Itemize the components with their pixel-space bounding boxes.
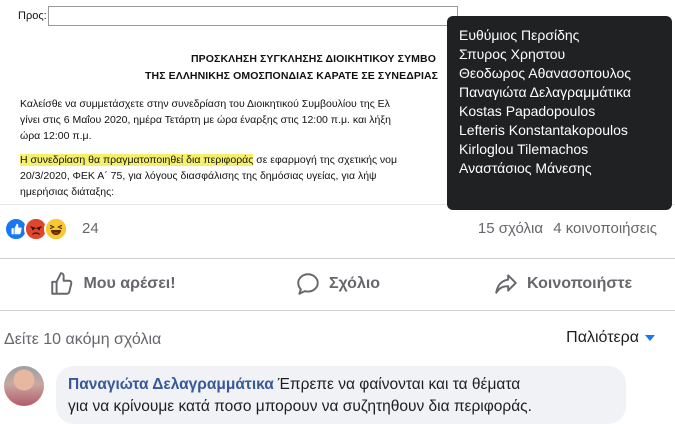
paragraph-1-line-1: Καλείσθε να συμμετάσχετε στην συνεδρίαση… <box>20 98 390 110</box>
comment-text-line2: για να κρίνουμε κατά ποσο μπορουν να συζ… <box>68 398 532 415</box>
comment-sort-label: Παλιότερα <box>566 329 639 346</box>
divider-bottom <box>0 310 675 311</box>
tooltip-name: Kostas Papadopoulos <box>459 103 596 119</box>
tooltip-name: Σπυρος Χρηστου <box>459 46 566 62</box>
document-title-line2: ΤΗΣ ΕΛΛΗΝΙΚΗΣ ΟΜΟΣΠΟΝΔΙΑΣ ΚΑΡΑΤΕ ΣΕ ΣΥΝΕ… <box>145 70 439 82</box>
comment-text-line1: Έπρεπε να φαίνονται και τα θέματα <box>277 376 521 393</box>
comment-sort-dropdown[interactable]: Παλιότερα <box>566 329 655 347</box>
share-button[interactable]: Κοινοποιήστε <box>450 262 675 306</box>
comment-bubble-icon <box>297 273 319 295</box>
post-counts: 15 σχόλια 4 κοινοποιήσεις <box>472 220 657 237</box>
reactors-tooltip: Ευθύμιος Περσίδης Σπυρος Χρηστου Θεοδωρο… <box>447 16 672 210</box>
thumbs-up-icon <box>51 272 73 295</box>
tooltip-name: Kirloglou Tilemachos <box>459 141 589 157</box>
haha-icon <box>44 217 68 241</box>
tooltip-name: Ευθύμιος Περσίδης <box>459 27 580 43</box>
post-actions: Μου αρέσει! Σχόλιο Κοινοποιήστε <box>0 262 675 306</box>
paragraph-2-line-2: 20/3/2020, ΦΕΚ Α΄ 75, για λόγους διασφάλ… <box>20 170 377 182</box>
comment-author-link[interactable]: Παναγιώτα Δελαγραμμάτικα <box>68 376 274 393</box>
comment-button[interactable]: Σχόλιο <box>225 262 450 306</box>
comment-button-label: Σχόλιο <box>328 275 381 292</box>
divider-top <box>0 258 675 259</box>
paragraph-2-line-1: Η συνεδρίαση θα πραγματοποιηθεί δια περι… <box>20 152 470 168</box>
tooltip-name: Παναγιώτα Δελαγραμμάτικα <box>459 84 632 100</box>
reactions-bar: 24 15 σχόλια 4 κοινοποιήσεις <box>0 213 675 247</box>
highlighted-text: Η συνεδρίαση θα πραγματοποιηθεί δια περι… <box>20 154 254 166</box>
like-button-label: Μου αρέσει! <box>83 275 176 292</box>
comment-bubble: Παναγιώτα Δελαγραμμάτικα Έπρεπε να φαίνον… <box>56 366 626 424</box>
comments-count-link[interactable]: 15 σχόλια <box>478 220 543 237</box>
document-paragraph-2: Η συνεδρίαση θα πραγματοποιηθεί δια περι… <box>20 152 470 200</box>
view-more-comments-link[interactable]: Δείτε 10 ακόμη σχόλια <box>4 331 161 349</box>
shares-count-link[interactable]: 4 κοινοποιήσεις <box>553 220 657 237</box>
paragraph-2-line-1-rest: σε εφαρμογή της σχετικής νομ <box>253 154 398 166</box>
document-title-line1: ΠΡΟΣΚΛΗΣΗ ΣΥΓΚΛΗΣΗΣ ΔΙΟΙΚΗΤΙΚΟΥ ΣΥΜΒΟ <box>191 53 436 65</box>
paragraph-1-line-2: γίνει στις 6 Μαΐου 2020, ημέρα Τετάρτη μ… <box>20 114 391 126</box>
document-to-box <box>48 6 458 26</box>
tooltip-name: Θεοδωρος Αθανασοπουλος <box>459 65 632 81</box>
reaction-count[interactable]: 24 <box>82 220 99 237</box>
share-arrow-icon <box>495 274 517 294</box>
share-button-label: Κοινοποιήστε <box>526 275 633 292</box>
caret-down-icon <box>645 335 655 341</box>
paragraph-1-line-3: ώρα 12:00 π.μ. <box>20 130 92 142</box>
avatar[interactable] <box>4 366 44 406</box>
document-paragraph-1: Καλείσθε να συμμετάσχετε στην συνεδρίαση… <box>20 96 470 144</box>
tooltip-name: Αναστάσιος Μάνεσης <box>459 160 592 176</box>
tooltip-name: Lefteris Konstantakopoulos <box>459 122 628 138</box>
document-to-label: Προς: <box>18 10 47 22</box>
like-button[interactable]: Μου αρέσει! <box>0 262 225 306</box>
paragraph-2-line-3: ημερήσιας διάταξης: <box>20 186 115 198</box>
